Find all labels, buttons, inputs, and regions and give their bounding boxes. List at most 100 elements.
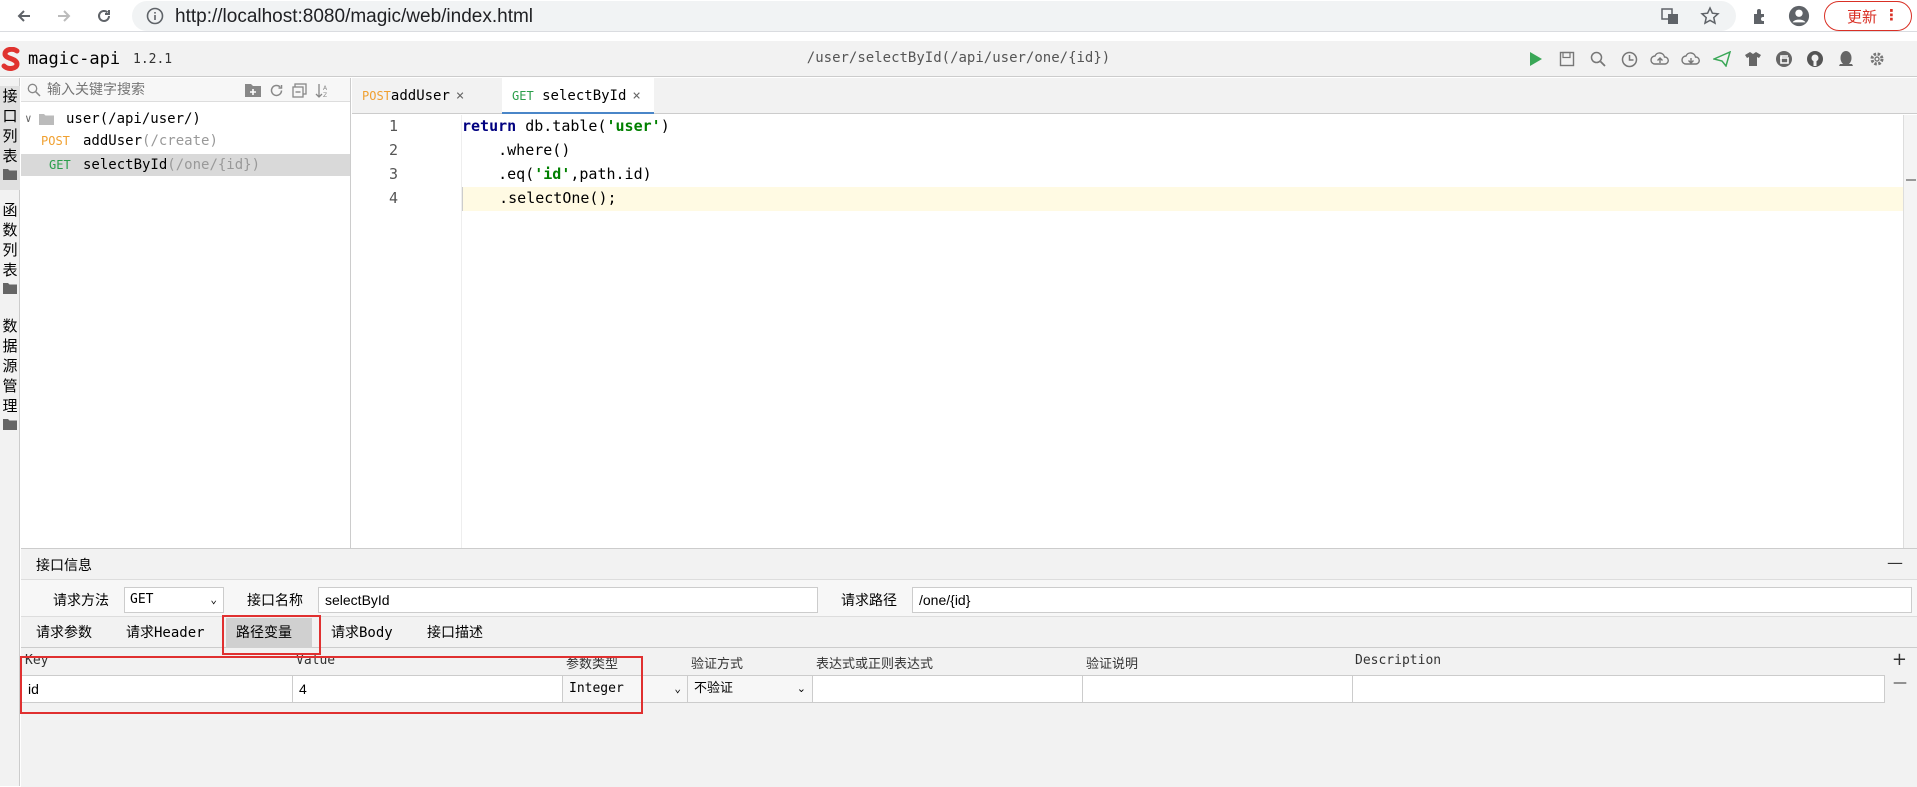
api-info-form: 请求方法 GET ⌄ 接口名称 selectById 请求路径 /one/{id… bbox=[21, 579, 1917, 617]
group-path: (/api/user/) bbox=[99, 111, 201, 127]
tab-label: selectById bbox=[542, 88, 627, 104]
chrome-menu-icon[interactable]: ⋮ bbox=[1884, 6, 1899, 24]
description-input[interactable] bbox=[1353, 676, 1884, 702]
upload-cloud-icon[interactable] bbox=[1650, 49, 1670, 69]
tab-api-description[interactable]: 接口描述 bbox=[417, 618, 493, 648]
method-select[interactable]: GET ⌄ bbox=[124, 587, 224, 613]
save-icon[interactable] bbox=[1557, 49, 1577, 69]
tab-api-list[interactable]: 接 口 列 表 bbox=[0, 86, 20, 190]
add-row-icon[interactable]: + bbox=[1892, 649, 1907, 670]
search-icon[interactable] bbox=[1588, 49, 1608, 69]
value-input[interactable]: 4 bbox=[293, 676, 563, 702]
tab-adduser[interactable]: POSTaddUser × bbox=[352, 78, 474, 114]
chevron-down-icon: ⌄ bbox=[210, 593, 217, 606]
tree-item-selectbyid[interactable]: GET selectById(/one/{id}) bbox=[21, 154, 350, 176]
tab-datasource-manage[interactable]: 数 据 源 管 理 bbox=[0, 316, 20, 440]
api-tree-panel: AZ ∨ user(/api/user/) POST addUser(/crea… bbox=[21, 78, 351, 548]
profile-avatar-icon[interactable] bbox=[1788, 5, 1810, 27]
col-key: Key bbox=[25, 653, 49, 668]
svg-text:Z: Z bbox=[323, 92, 327, 98]
editor-tabs: POSTaddUser × GET selectById × bbox=[352, 78, 1917, 114]
tab-request-header[interactable]: 请求Header bbox=[116, 618, 215, 648]
close-icon[interactable]: × bbox=[632, 88, 640, 104]
reload-icon[interactable] bbox=[92, 4, 116, 28]
qq-icon[interactable] bbox=[1836, 49, 1856, 69]
tab-function-list[interactable]: 函 数 列 表 bbox=[0, 200, 20, 304]
code-line-3[interactable]: .eq('id',path.id) bbox=[462, 165, 652, 183]
forward-icon[interactable] bbox=[52, 4, 76, 28]
validation-select[interactable]: 不验证 ⌄ bbox=[688, 676, 813, 702]
api-path-input[interactable]: /one/{id} bbox=[912, 587, 1912, 613]
url-text[interactable]: http://localhost:8080/magic/web/index.ht… bbox=[175, 6, 533, 28]
info-icon[interactable] bbox=[146, 7, 164, 25]
gitee-icon[interactable] bbox=[1774, 49, 1794, 69]
run-icon[interactable] bbox=[1526, 49, 1546, 69]
close-icon[interactable]: × bbox=[456, 88, 464, 104]
collapse-all-icon[interactable] bbox=[291, 82, 307, 98]
line-number: 1 bbox=[388, 117, 398, 135]
github-icon[interactable] bbox=[1805, 49, 1825, 69]
folder-icon bbox=[39, 114, 54, 125]
folder-icon bbox=[3, 419, 17, 430]
download-cloud-icon[interactable] bbox=[1681, 49, 1701, 69]
skin-shirt-icon[interactable] bbox=[1743, 49, 1763, 69]
api-name-input[interactable]: selectById bbox=[318, 587, 818, 613]
tab-request-params[interactable]: 请求参数 bbox=[26, 618, 102, 648]
method-label: 请求方法 bbox=[53, 593, 109, 609]
code-line-2[interactable]: .where() bbox=[462, 141, 570, 159]
browser-toolbar: http://localhost:8080/magic/web/index.ht… bbox=[0, 0, 1917, 32]
left-vertical-tabs: 接 口 列 表 函 数 列 表 数 据 源 管 理 bbox=[0, 78, 20, 786]
api-name: selectById bbox=[83, 157, 168, 173]
new-folder-icon[interactable] bbox=[245, 82, 261, 98]
minimize-icon[interactable]: — bbox=[1887, 553, 1903, 572]
bookmark-star-icon[interactable] bbox=[1699, 5, 1721, 27]
back-icon[interactable] bbox=[12, 4, 36, 28]
table-row: id 4 Integer ⌄ 不验证 ⌄ bbox=[21, 675, 1885, 703]
chevron-down-icon: ⌄ bbox=[674, 682, 681, 695]
settings-gear-icon[interactable] bbox=[1867, 49, 1887, 69]
svg-text:A: A bbox=[323, 85, 328, 92]
address-bar[interactable]: http://localhost:8080/magic/web/index.ht… bbox=[132, 1, 1736, 31]
remove-row-icon[interactable]: — bbox=[1893, 675, 1907, 691]
chevron-down-icon[interactable]: ∨ bbox=[25, 108, 32, 130]
code-editor[interactable]: 1 2 3 4 return db.table('user') .where()… bbox=[352, 115, 1917, 548]
tab-request-body[interactable]: 请求Body bbox=[321, 618, 403, 648]
push-send-icon[interactable] bbox=[1712, 49, 1732, 69]
method-badge-post: POST bbox=[41, 134, 70, 148]
tree-item-adduser[interactable]: POST addUser(/create) bbox=[21, 130, 350, 152]
update-label: 更新 bbox=[1847, 7, 1878, 26]
code-line-4[interactable]: .selectOne(); bbox=[462, 187, 1904, 211]
update-button[interactable]: 更新 ⋮ bbox=[1824, 1, 1912, 31]
col-expression: 表达式或正则表达式 bbox=[816, 657, 934, 672]
tree-search-input[interactable] bbox=[47, 82, 247, 98]
history-clock-icon[interactable] bbox=[1619, 49, 1639, 69]
param-type-select[interactable]: Integer ⌄ bbox=[563, 676, 688, 702]
line-number: 2 bbox=[388, 141, 398, 159]
path-variable-grid: Key Value 参数类型 验证方式 表达式或正则表达式 验证说明 Descr… bbox=[21, 649, 1917, 787]
panel-title: 接口信息 bbox=[36, 558, 92, 574]
search-icon bbox=[27, 83, 41, 97]
editor-scrollbar[interactable] bbox=[1903, 115, 1917, 548]
sort-icon[interactable]: AZ bbox=[314, 82, 330, 98]
refresh-icon[interactable] bbox=[268, 82, 284, 98]
col-value: Value bbox=[296, 653, 336, 668]
api-path: (/one/{id}) bbox=[167, 157, 261, 173]
validation-note-input[interactable] bbox=[1083, 676, 1353, 702]
tab-label: addUser bbox=[390, 88, 450, 104]
app-header: magic-api 1.2.1 /user/selectById(/api/us… bbox=[0, 41, 1917, 77]
group-name: user bbox=[66, 111, 100, 127]
chevron-down-icon: ⌄ bbox=[796, 682, 806, 695]
method-badge-post: POST bbox=[362, 89, 391, 103]
extensions-icon[interactable] bbox=[1749, 5, 1771, 27]
key-input[interactable]: id bbox=[22, 676, 293, 702]
tree-toolbar: AZ bbox=[21, 78, 350, 102]
code-line-1[interactable]: return db.table('user') bbox=[462, 117, 670, 135]
tab-path-variables[interactable]: 路径变量 bbox=[226, 618, 312, 648]
method-badge-get: GET bbox=[512, 89, 534, 103]
tab-selectbyid[interactable]: GET selectById × bbox=[502, 78, 654, 114]
api-path: (/create) bbox=[142, 133, 218, 149]
translate-icon[interactable] bbox=[1659, 5, 1681, 27]
tree-group-user[interactable]: ∨ user(/api/user/) bbox=[21, 108, 350, 130]
line-number: 4 bbox=[388, 189, 398, 207]
expression-input[interactable] bbox=[813, 676, 1083, 702]
